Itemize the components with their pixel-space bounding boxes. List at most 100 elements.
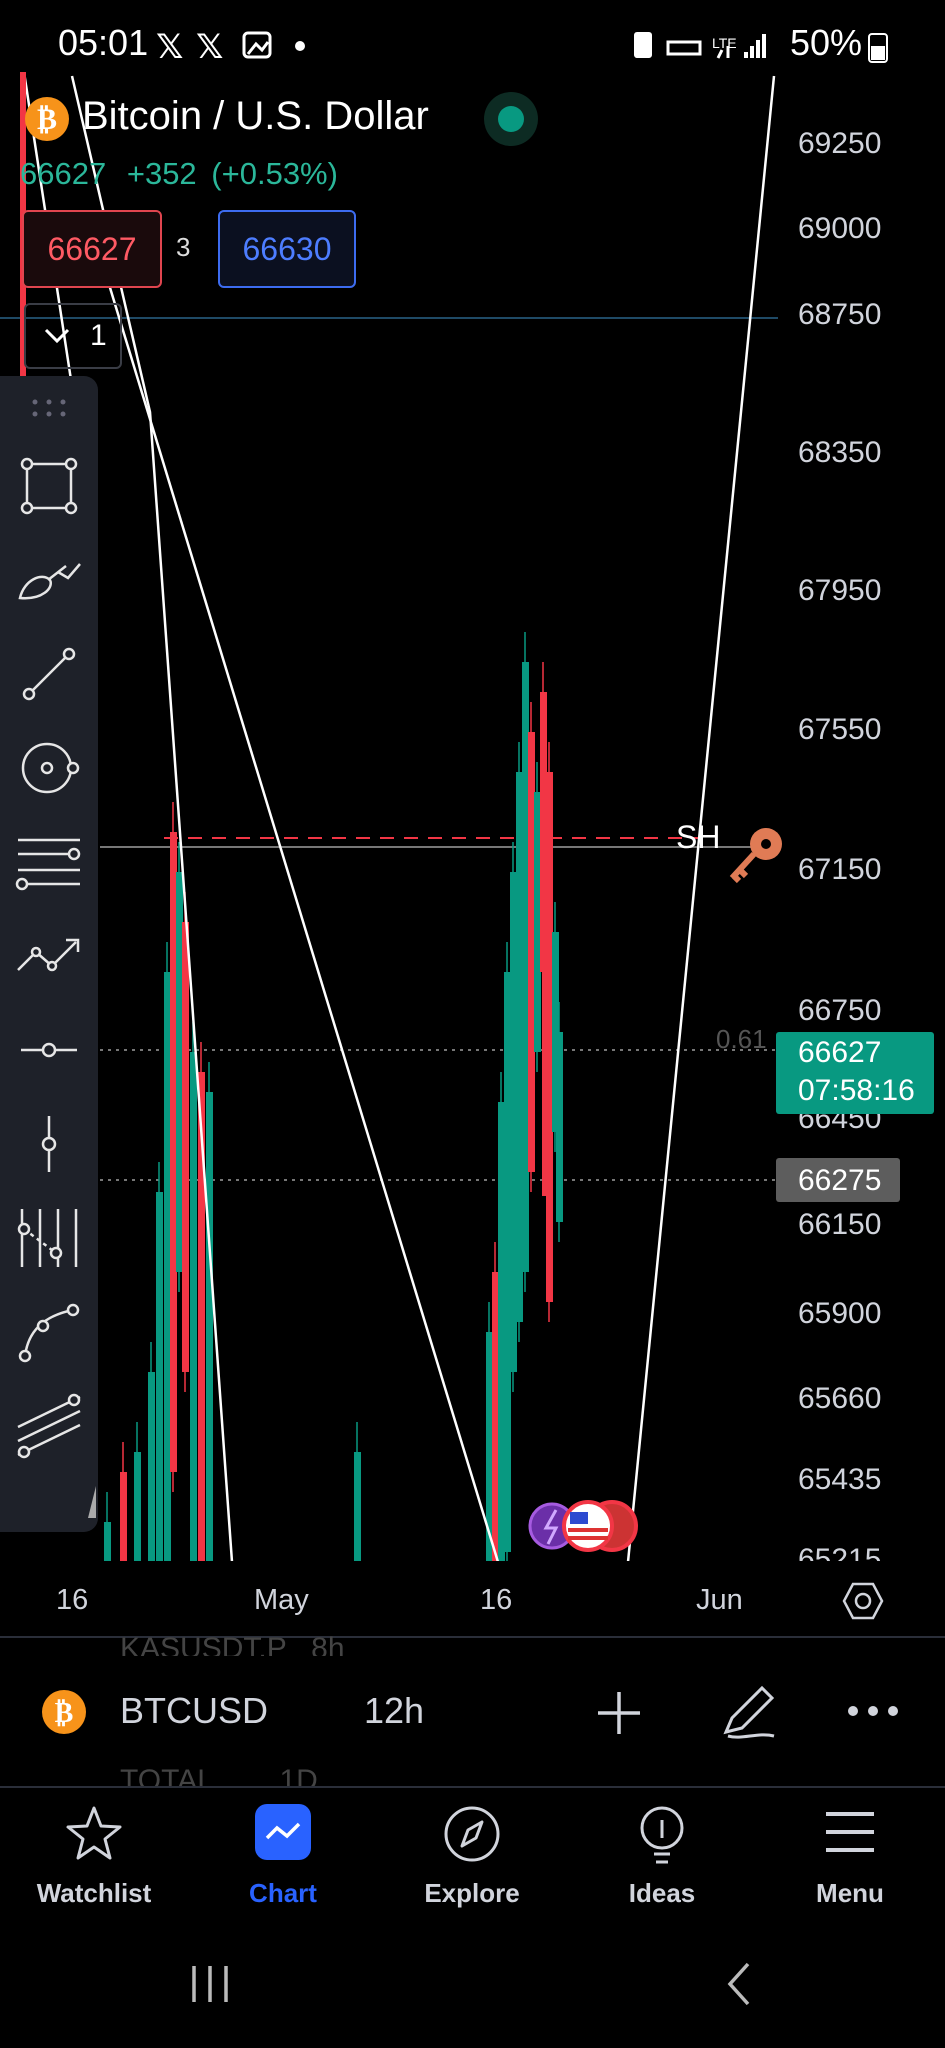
- price-axis-label: 68750: [798, 298, 882, 331]
- time-axis-label: 16: [480, 1584, 513, 1616]
- collapse-indicators-button[interactable]: 1: [24, 303, 122, 369]
- price-axis-label: 67950: [798, 574, 882, 607]
- svg-text:₿: ₿: [37, 102, 57, 137]
- fib-icon: [17, 1209, 78, 1267]
- circle-tool[interactable]: [0, 728, 98, 808]
- x-app-icon: 𝕏: [196, 28, 223, 66]
- price-axis-label: 67150: [798, 853, 882, 886]
- spread-value: 3: [176, 232, 191, 262]
- candle: [510, 872, 517, 1372]
- back-icon[interactable]: [722, 1960, 756, 2008]
- price-axis-label: 66150: [798, 1208, 882, 1241]
- drag-handle-icon[interactable]: [30, 398, 70, 418]
- candle: [182, 922, 189, 1372]
- candle: [522, 662, 529, 1272]
- nav-chart[interactable]: Chart: [213, 1800, 353, 1920]
- bar-countdown: 07:58:16: [798, 1074, 915, 1107]
- brush-tool[interactable]: [0, 540, 98, 620]
- pencil-draw-icon[interactable]: [718, 1682, 778, 1742]
- candle: [134, 1452, 141, 1562]
- battery-icon: [868, 33, 888, 63]
- fib-label: 0.61: [716, 1024, 767, 1054]
- price-axis-label: 66750: [798, 994, 882, 1027]
- brush-icon: [18, 563, 81, 600]
- candle: [206, 1092, 213, 1562]
- trend-line-icon: [22, 647, 76, 701]
- candle: [190, 1052, 197, 1562]
- rectangle-tool[interactable]: [0, 446, 98, 526]
- battery-percent: 50%: [790, 22, 863, 63]
- curve-icon: [18, 1303, 80, 1363]
- current-price-value: 66627: [798, 1036, 882, 1069]
- horizontal-lines-icon: [15, 838, 81, 891]
- more-options-icon[interactable]: [846, 1700, 900, 1722]
- price-axis-label: 65215: [798, 1543, 882, 1561]
- path-icon: [17, 938, 80, 972]
- price-axis-label: 68350: [798, 436, 882, 469]
- candle: [156, 1192, 163, 1562]
- add-icon[interactable]: [594, 1688, 644, 1738]
- vertical-line-tool[interactable]: [0, 1104, 98, 1184]
- chart-tab-icon: [255, 1804, 311, 1860]
- dot-icon: [295, 41, 305, 51]
- price-axis-label: 69000: [798, 212, 882, 245]
- symbol-title[interactable]: Bitcoin / U.S. Dollar: [82, 94, 429, 139]
- price-change-percent: (+0.53%): [211, 156, 338, 191]
- price-chart[interactable]: SH 0.61: [0, 72, 945, 1572]
- price-axis-label: 65660: [798, 1382, 882, 1415]
- lte-icon: LTE: [712, 35, 737, 51]
- status-bar: 05:01 𝕏 𝕏 LTE 50%: [0, 0, 945, 72]
- buy-button[interactable]: 66630: [218, 210, 356, 288]
- us-flag-icon: [562, 1500, 614, 1552]
- svg-text:₿: ₿: [55, 1696, 74, 1729]
- toolbar-expand-icon[interactable]: [84, 1482, 98, 1522]
- candle: [164, 972, 171, 1562]
- nav-label: Ideas: [628, 1878, 696, 1908]
- parallel-channel-tool[interactable]: [0, 1386, 98, 1466]
- horizontal-lines-tool[interactable]: [0, 822, 98, 902]
- rectangle-icon: [20, 457, 78, 515]
- sell-button[interactable]: 66627: [22, 210, 162, 288]
- indicator-count: 1: [90, 319, 107, 352]
- market-status-icon[interactable]: [484, 92, 538, 146]
- price-axis-label: 65435: [798, 1463, 882, 1496]
- nav-explore[interactable]: Explore: [402, 1800, 542, 1920]
- candle: [492, 1272, 499, 1562]
- fib-tool[interactable]: [0, 1198, 98, 1278]
- price-axis-label: 65900: [798, 1297, 882, 1330]
- chart-settings-icon[interactable]: [842, 1580, 884, 1622]
- candle: [176, 872, 183, 1272]
- parallel-channel-icon: [17, 1393, 81, 1459]
- chevron-down-icon: [44, 328, 70, 344]
- nav-watchlist[interactable]: Watchlist: [24, 1800, 164, 1920]
- status-time: 05:01: [58, 22, 149, 63]
- system-navigation-bar: [0, 1940, 945, 2048]
- path-tool[interactable]: [0, 916, 98, 996]
- time-axis-label: 16: [56, 1584, 89, 1616]
- candle: [528, 732, 535, 1172]
- symbol-ticker[interactable]: BTCUSD: [120, 1690, 268, 1732]
- candles: [104, 632, 563, 1562]
- curve-tool[interactable]: [0, 1292, 98, 1372]
- nav-menu[interactable]: Menu: [780, 1800, 920, 1920]
- events-icons[interactable]: [528, 1500, 638, 1552]
- interval-selector[interactable]: 12h: [364, 1690, 424, 1732]
- key-icon[interactable]: [729, 828, 782, 884]
- candle: [556, 1032, 563, 1222]
- price-change-line: 66627 +352 (+0.53%): [20, 156, 338, 192]
- vertical-line-icon: [41, 1116, 57, 1172]
- recent-apps-icon[interactable]: [188, 1962, 232, 2006]
- price-axis-label: 69250: [798, 127, 882, 160]
- notification-icons: 𝕏 𝕏: [156, 28, 305, 66]
- nav-label: Menu: [816, 1878, 884, 1908]
- x-app-icon: 𝕏: [156, 28, 183, 66]
- nav-ideas[interactable]: Ideas: [592, 1800, 732, 1920]
- time-axis-label: Jun: [696, 1584, 743, 1616]
- trend-line-tool[interactable]: [0, 634, 98, 714]
- watchlist-peek-below: TOTAL 1D: [120, 1764, 318, 1786]
- last-price: 66627: [20, 156, 107, 191]
- horizontal-ray-icon: [21, 1042, 77, 1058]
- horizontal-ray-tool[interactable]: [0, 1010, 98, 1090]
- price-level-value: 66275: [798, 1164, 882, 1197]
- candle: [148, 1372, 155, 1562]
